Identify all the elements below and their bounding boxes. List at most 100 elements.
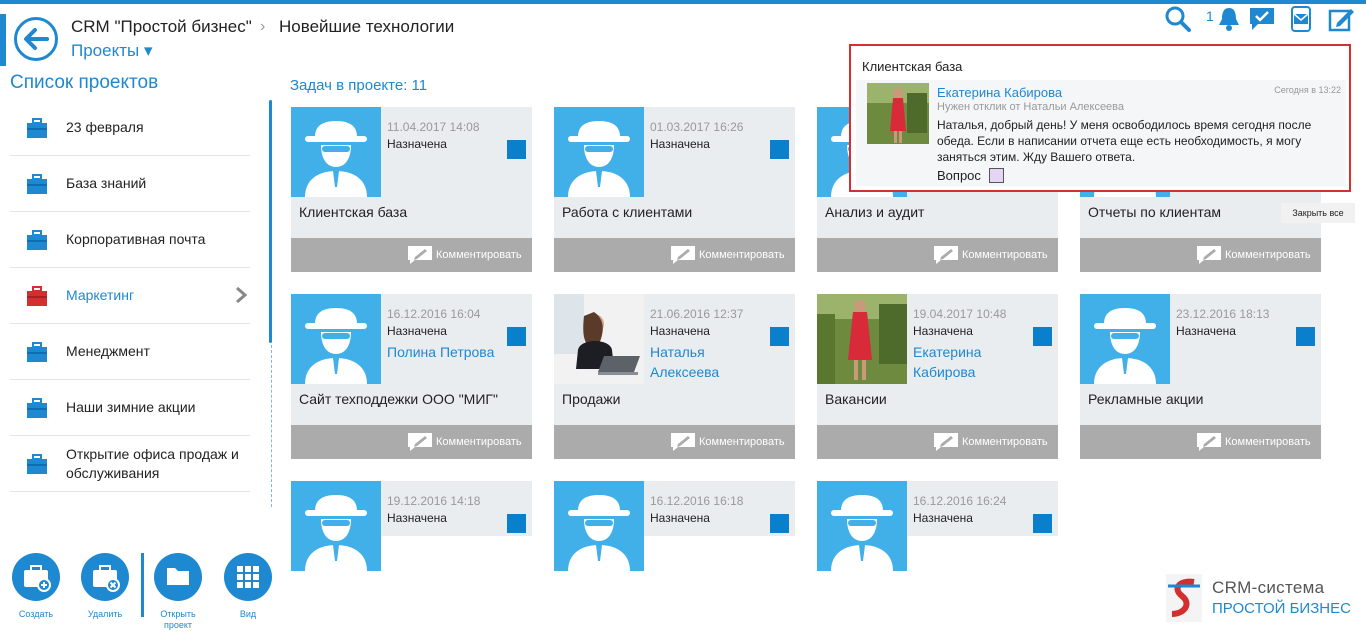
task-title: Рекламные акции: [1088, 391, 1204, 407]
sidebar-item-label: Открытие офиса продаж и обслуживания: [66, 445, 239, 481]
close-all-button[interactable]: Закрыть все: [1281, 203, 1355, 223]
back-button[interactable]: [14, 17, 58, 61]
briefcase-icon: [27, 453, 47, 474]
task-assignee[interactable]: Екатерина Кабирова: [913, 342, 1033, 382]
sidebar-item-marketing[interactable]: Маркетинг: [10, 268, 250, 324]
sidebar-item-sales-office[interactable]: Открытие офиса продаж и обслуживания: [10, 436, 250, 492]
briefcase-icon: [27, 397, 47, 418]
comment-button[interactable]: Комментировать: [291, 425, 532, 459]
open-project-button[interactable]: Открыть проект: [153, 553, 203, 631]
status-square-icon: [1296, 327, 1315, 346]
briefcase-icon: [27, 285, 47, 306]
search-icon[interactable]: [1164, 5, 1192, 33]
comment-button[interactable]: Комментировать: [817, 238, 1058, 272]
status-square-icon: [770, 327, 789, 346]
arrow-left-icon: [24, 28, 49, 50]
task-card[interactable]: 01.03.2017 16:26 Назначена Работа с клиент…: [554, 107, 795, 272]
comment-button[interactable]: Комментировать: [554, 425, 795, 459]
projects-dropdown[interactable]: Проекты ▾: [71, 41, 152, 61]
popup-project-title: Клиентская база: [862, 59, 963, 74]
briefcase-icon: [27, 173, 47, 194]
sidebar-item-label: Наши зимние акции: [66, 399, 196, 415]
task-date: 19.12.2016 14:18: [387, 494, 481, 508]
message-type-label: Вопрос: [937, 168, 981, 183]
task-status: Назначена: [650, 511, 710, 525]
comment-icon: [407, 245, 433, 270]
comment-icon: [1196, 245, 1222, 270]
grid-icon: [224, 553, 272, 601]
task-assignee[interactable]: Наталья Алексеева: [650, 342, 770, 382]
comment-label: Комментировать: [436, 249, 522, 261]
task-status: Назначена: [387, 324, 447, 338]
task-status: Назначена: [650, 137, 710, 151]
task-assignee[interactable]: Полина Петрова: [387, 342, 507, 362]
sidebar-item-knowledge-base[interactable]: База знаний: [10, 156, 250, 212]
comment-icon: [933, 432, 959, 457]
task-card[interactable]: 16.12.2016 16:24 Назначена: [817, 481, 1058, 571]
comment-button[interactable]: Комментировать: [554, 238, 795, 272]
status-square-icon: [770, 140, 789, 159]
edit-icon[interactable]: [1327, 5, 1355, 33]
sidebar-item-label: Корпоративная почта: [66, 231, 206, 247]
status-square-icon: [507, 327, 526, 346]
crm-logo-icon: [1166, 574, 1202, 622]
notification-item[interactable]: Екатерина Кабирова Сегодня в 13:22 Нужен…: [856, 80, 1346, 186]
sidebar-item-winter-promotions[interactable]: Наши зимние акции: [10, 380, 250, 436]
sidebar-item-management[interactable]: Менеджмент: [10, 324, 250, 380]
briefcase-icon: [27, 117, 47, 138]
sidebar-item-label: Менеджмент: [66, 343, 150, 359]
agent-avatar-icon: [291, 481, 381, 571]
task-card[interactable]: 21.06.2016 12:37 Назначена Наталья Алексее…: [554, 294, 795, 459]
agent-avatar-icon: [291, 107, 381, 197]
chat-check-icon[interactable]: [1248, 6, 1276, 32]
sidebar-item-23-february[interactable]: 23 февраля: [10, 100, 250, 156]
mail-phone-icon[interactable]: [1287, 5, 1315, 33]
sidebar-scrollbar[interactable]: [269, 100, 272, 343]
task-title: Продажи: [562, 391, 621, 407]
woman-red-dress-photo-icon: [867, 83, 929, 144]
breadcrumb-root[interactable]: CRM "Простой бизнес": [71, 17, 252, 37]
comment-label: Комментировать: [699, 436, 785, 448]
briefcase-icon: [27, 341, 47, 362]
task-date: 16.12.2016 16:24: [913, 494, 1007, 508]
task-status: Назначена: [387, 137, 447, 151]
delete-button[interactable]: Удалить: [80, 553, 130, 620]
task-card[interactable]: 19.04.2017 10:48 Назначена Екатерина Кабир…: [817, 294, 1058, 459]
comment-label: Комментировать: [1225, 249, 1311, 261]
task-card[interactable]: 16.12.2016 16:04 Назначена Полина Петрова С…: [291, 294, 532, 459]
status-square-icon: [1033, 514, 1052, 533]
comment-icon: [670, 432, 696, 457]
view-button[interactable]: Вид: [223, 553, 273, 620]
task-card[interactable]: 11.04.2017 14:08 Назначена Клиентская база…: [291, 107, 532, 272]
comment-button[interactable]: Комментировать: [1080, 238, 1321, 272]
task-date: 21.06.2016 12:37: [650, 307, 744, 321]
create-button[interactable]: Создать: [11, 553, 61, 620]
sender-avatar: [867, 83, 929, 144]
agent-avatar-icon: [817, 481, 907, 571]
comment-button[interactable]: Комментировать: [291, 238, 532, 272]
comment-button[interactable]: Комментировать: [817, 425, 1058, 459]
notification-popup[interactable]: Клиентская база Екатерина Кабирова Сегод…: [849, 44, 1351, 192]
sender-name[interactable]: Екатерина Кабирова: [937, 85, 1062, 100]
comment-icon: [933, 245, 959, 270]
comment-icon: [407, 432, 433, 457]
task-status: Назначена: [387, 511, 447, 525]
comment-label: Комментировать: [962, 249, 1048, 261]
breadcrumb-separator-icon: ›: [260, 18, 266, 35]
sidebar-item-corporate-mail[interactable]: Корпоративная почта: [10, 212, 250, 268]
task-card[interactable]: 19.12.2016 14:18 Назначена: [291, 481, 532, 571]
comment-label: Комментировать: [699, 249, 785, 261]
task-title: Анализ и аудит: [825, 204, 925, 220]
bell-icon[interactable]: [1216, 5, 1242, 33]
briefcase-delete-icon: [81, 553, 129, 601]
task-status: Назначена: [1176, 324, 1236, 338]
sidebar-scroll-track: [271, 345, 272, 507]
comment-button[interactable]: Комментировать: [1080, 425, 1321, 459]
open-label-line1: Открыть: [160, 609, 196, 619]
task-card[interactable]: 16.12.2016 16:18 Назначена: [554, 481, 795, 571]
agent-avatar-icon: [1080, 294, 1170, 384]
task-date: 01.03.2017 16:26: [650, 120, 744, 134]
top-accent-line: [0, 0, 1366, 4]
task-card[interactable]: 23.12.2016 18:13 Назначена Рекламные акции…: [1080, 294, 1321, 459]
task-count: Задач в проекте: 11: [290, 77, 428, 94]
